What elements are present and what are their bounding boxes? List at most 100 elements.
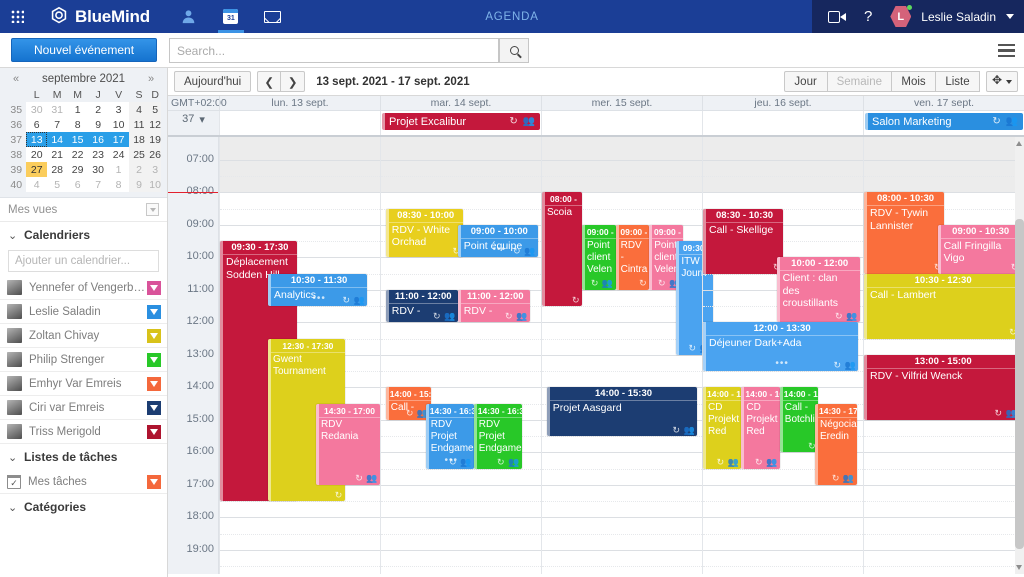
mini-calendar-day[interactable]: 30 [26,102,47,117]
calendar-event[interactable]: 14:00 - 15:30 Projet Aasgard ↻ 👥 [546,387,698,436]
calendar-event[interactable]: 11:00 - 12:00 RDV - ↻ 👥 [457,289,530,323]
mini-calendar-day[interactable]: 4 [26,177,47,192]
tab-mail[interactable] [252,0,294,33]
mini-calendar-day[interactable]: 10 [149,177,161,192]
calendar-event[interactable]: 14:00 - 15:00Call -↻ 👥 [385,387,431,420]
mini-calendar-next-icon[interactable]: » [145,73,157,85]
mini-calendar-day[interactable]: 9 [128,177,150,192]
mini-calendar-day[interactable]: 7 [87,177,109,192]
calendar-event[interactable]: 10:30 - 12:30 Call - Lambert ↻ [864,273,1020,339]
calendar-event[interactable]: 11:00 - 12:00 RDV - ↻ 👥 [385,289,458,323]
mini-calendar-day[interactable]: 13 [26,132,47,147]
mini-calendar-day[interactable]: 22 [67,147,88,162]
calendar-color-swatch[interactable] [147,352,161,367]
list-item-my-tasks[interactable]: ✓ Mes tâches [0,470,167,494]
calendar-item-1[interactable]: Leslie Saladin [0,300,167,324]
mini-calendar-day[interactable]: 2 [128,162,150,177]
mini-calendar-day[interactable]: 1 [108,162,129,177]
calendar-event[interactable]: 13:00 - 15:00 RDV - Vilfrid Wenck ↻ 👥 [864,354,1020,420]
mini-calendar-prev-icon[interactable]: « [10,73,22,85]
mini-calendar-day[interactable]: 28 [46,162,68,177]
tab-calendar[interactable]: 31 [210,0,252,33]
mini-calendar-day[interactable]: 4 [128,102,150,117]
calendar-event[interactable]: 10:30 - 11:30 Analytics ••• ↻ 👥 [268,273,368,306]
view-button-mois[interactable]: Mois [892,71,936,92]
tasklists-section-header[interactable]: ⌄ Listes de tâches [0,444,167,470]
all-day-event[interactable]: Projet Excalibur ↻ 👥 [382,113,540,130]
all-day-event[interactable]: Salon Marketing ↻ 👥 [865,113,1023,130]
my-views-row[interactable]: Mes vues [0,198,167,222]
mini-calendar-day[interactable]: 7 [46,117,68,132]
week-number-40[interactable]: 40 [6,177,27,192]
calendar-color-swatch[interactable] [147,376,161,391]
day-header-2[interactable]: mer. 15 sept. [541,96,702,110]
week-number-39[interactable]: 39 [6,162,27,177]
help-icon[interactable]: ? [864,8,872,25]
search-button[interactable] [499,38,529,63]
mini-calendar-day[interactable]: 11 [128,117,150,132]
menu-hamburger-icon[interactable] [998,44,1015,57]
day-header-1[interactable]: mar. 14 sept. [380,96,541,110]
mini-calendar-day[interactable]: 30 [87,162,109,177]
mini-calendar-day[interactable]: 25 [128,147,150,162]
calendar-event[interactable]: 10:00 - 12:00 Client : clan des croustill… [776,257,860,323]
categories-section-header[interactable]: ⌄ Catégories [0,494,167,520]
calendar-event[interactable]: 09:00 - Point client Velen ↻ 👥 [582,224,616,290]
scroll-down-arrow-icon[interactable] [1016,565,1022,570]
calendar-item-4[interactable]: Emhyr Var Emreis [0,372,167,396]
add-calendar-input[interactable]: Ajouter un calendrier... [8,250,159,272]
week-number-35[interactable]: 35 [6,102,27,117]
calendar-event[interactable]: 09:00 - RDV - Cintra ↻ [615,224,650,290]
calendar-color-swatch[interactable] [147,280,161,295]
calendar-event[interactable]: 14:30 - 17Négociation Eredin ↻ 👥 [815,403,857,485]
calendar-color-swatch[interactable] [147,400,161,415]
all-day-cell-3[interactable] [702,111,863,135]
calendars-section-header[interactable]: ⌄ Calendriers [0,222,167,248]
calendar-event[interactable]: 08:30 - 10:30Call - Skellige↻ [703,208,783,274]
calendar-event[interactable]: 12:00 - 13:30 Déjeuner Dark+Ada ••• ↻ 👥 [703,322,859,371]
all-day-cell-4[interactable]: Salon Marketing ↻ 👥 [863,111,1024,135]
calendar-item-3[interactable]: Philip Strenger [0,348,167,372]
mini-calendar-day[interactable]: 10 [108,117,129,132]
calendar-event[interactable]: 08:00 - Scoia ↻ [542,192,582,306]
mini-calendar-day[interactable]: 16 [87,132,109,147]
day-column-4[interactable]: 08:00 - 10:30RDV - Tywin Lannister↻09:00… [863,137,1024,574]
day-column-2[interactable]: 08:00 - Scoia ↻ 09:00 - Point client Velen ↻ … [541,137,714,574]
calendar-event[interactable]: 08:30 - 10:00 RDV - White Orchad ↻ [385,208,463,258]
new-event-button[interactable]: Nouvel événement [11,38,157,62]
week-number-37[interactable]: 37 [6,132,27,147]
calendar-item-5[interactable]: Ciri var Emreis [0,396,167,420]
calendar-event[interactable]: 14:30 - 16:30RDV Projet Endgame•••↻ 👥 [425,403,474,469]
week-number-36[interactable]: 36 [6,117,27,132]
mini-calendar-day[interactable]: 23 [87,147,109,162]
mini-calendar-day[interactable]: 21 [46,147,68,162]
week-number-cell[interactable]: 37 ▾ [168,111,219,135]
calendar-event[interactable]: 14:00 - 16CD Projekt Red ↻ 👥 [703,387,742,469]
all-day-cell-2[interactable] [541,111,702,135]
calendar-color-swatch[interactable] [147,304,161,319]
mini-calendar-day[interactable]: 8 [67,117,88,132]
avatar[interactable]: L [890,5,913,27]
apps-grid-icon[interactable] [0,0,34,33]
mini-calendar-day[interactable]: 31 [46,102,68,117]
mini-calendar-day[interactable]: 5 [149,102,161,117]
mini-calendar-day[interactable]: 18 [128,132,150,147]
tab-contacts[interactable] [168,0,210,33]
my-tasks-color-swatch[interactable] [147,474,161,489]
day-column-3[interactable]: 08:30 - 10:30Call - Skellige↻10:00 - 12:… [702,137,863,574]
mini-calendar-day[interactable]: 3 [108,102,129,117]
mini-calendar-day[interactable]: 26 [149,147,161,162]
mini-calendar-day[interactable]: 9 [87,117,109,132]
video-camera-icon[interactable] [827,10,846,23]
mini-calendar-day[interactable]: 29 [67,162,88,177]
calendar-settings-button[interactable] [986,71,1018,92]
day-header-4[interactable]: ven. 17 sept. [863,96,1024,110]
next-period-button[interactable]: ❯ [281,71,306,92]
day-column-0[interactable]: 09:30 - 17:30Déplacement Sodden Hill↻10:… [219,137,380,574]
calendar-color-swatch[interactable] [147,424,161,439]
week-chevron-down-icon[interactable]: ▾ [199,113,205,126]
mini-calendar-day[interactable]: 17 [108,132,129,147]
calendar-event[interactable]: 14:30 - 17:00 RDV Redania ↻ 👥 [316,403,380,485]
all-day-cell-0[interactable] [219,111,380,135]
search-input[interactable] [170,39,498,62]
